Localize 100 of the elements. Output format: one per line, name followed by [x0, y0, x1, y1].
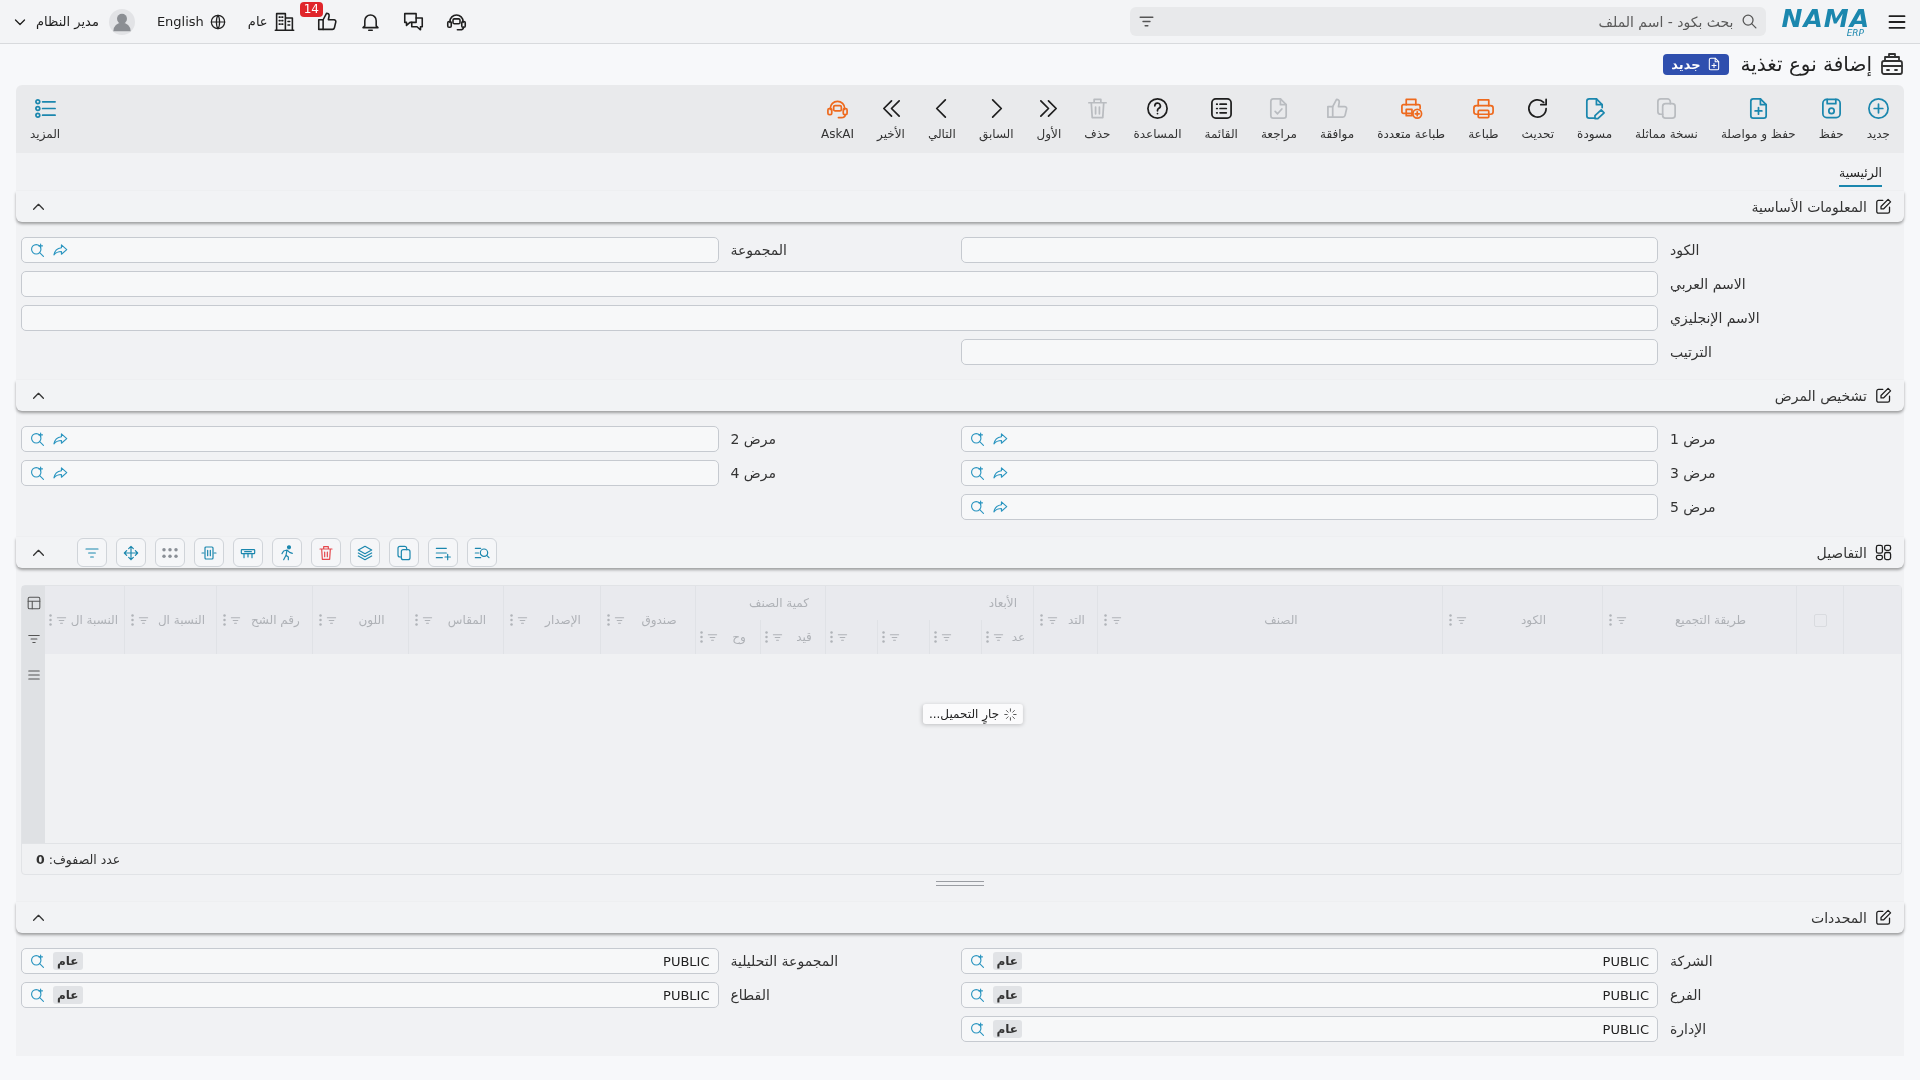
kebab-menu-icon[interactable]: [48, 614, 52, 626]
search-plus-icon[interactable]: [30, 953, 45, 969]
search-plus-icon[interactable]: [969, 987, 985, 1003]
section-title: المعلومات الأساسية: [1751, 198, 1867, 215]
kebab-menu-icon[interactable]: [1609, 614, 1612, 626]
share-icon[interactable]: [992, 499, 1008, 515]
field-label: الاسم العربي: [1669, 276, 1747, 292]
search-plus-icon[interactable]: [969, 465, 985, 481]
user-menu[interactable]: مدير النظام: [14, 8, 135, 35]
field-label: الكود: [1669, 242, 1701, 258]
search-plus-icon[interactable]: [30, 987, 45, 1003]
language-selector[interactable]: English: [156, 13, 226, 30]
grid-tool-button[interactable]: [194, 538, 224, 567]
plus-circle-icon: [1866, 97, 1890, 120]
file-edit-icon: [1583, 97, 1607, 120]
section-title: التفاصيل: [1816, 544, 1867, 561]
bell-icon[interactable]: [359, 11, 381, 32]
kebab-menu-icon[interactable]: [1104, 614, 1107, 626]
toolbar-button[interactable]: طباعة متعددة: [1377, 97, 1446, 141]
kebab-menu-icon[interactable]: [934, 631, 937, 643]
toolbar-button[interactable]: الأخير: [877, 97, 905, 141]
scope-tag: عام: [53, 952, 83, 970]
grid-tool-button[interactable]: [233, 538, 263, 567]
search-plus-icon[interactable]: [969, 953, 985, 969]
toolbar-button[interactable]: التالي: [927, 97, 956, 141]
text-input[interactable]: [960, 339, 1658, 365]
grid-tool-button[interactable]: [272, 538, 302, 567]
edit-icon: [1875, 198, 1892, 215]
search-plus-icon[interactable]: [30, 242, 45, 258]
status-text: جديد: [1671, 56, 1701, 72]
lookup-field[interactable]: [960, 426, 1658, 452]
kebab-menu-icon[interactable]: [415, 614, 418, 626]
thumbs-up-icon[interactable]: [316, 11, 338, 32]
grid-tool-button[interactable]: [77, 538, 107, 567]
toolbar-button[interactable]: AskAI: [820, 97, 855, 141]
toolbar-button[interactable]: تحديث: [1521, 97, 1555, 141]
scope-tag: عام: [992, 952, 1022, 970]
filter-icon[interactable]: [26, 632, 41, 646]
search-plus-icon[interactable]: [30, 465, 45, 481]
share-icon[interactable]: [53, 465, 68, 481]
text-input[interactable]: [21, 305, 1658, 331]
section-title: المحددات: [1811, 909, 1867, 926]
kebab-menu-icon[interactable]: [607, 614, 610, 626]
lookup-field[interactable]: [960, 494, 1658, 520]
kebab-menu-icon[interactable]: [223, 614, 226, 626]
table-icon[interactable]: [26, 596, 41, 610]
share-icon[interactable]: [992, 431, 1008, 447]
copy-icon: [396, 544, 412, 561]
field-label: الشركة: [1669, 953, 1714, 969]
text-input[interactable]: [960, 237, 1658, 263]
grid-tool-button[interactable]: [116, 538, 146, 567]
toolbar-button[interactable]: حفظ و مواصلة: [1720, 97, 1796, 141]
kebab-menu-icon[interactable]: [1449, 614, 1452, 626]
lookup-field[interactable]: [21, 426, 719, 452]
toolbar-button[interactable]: جديد: [1866, 97, 1890, 141]
search-plus-icon[interactable]: [969, 431, 985, 447]
tab[interactable]: الرئيسية: [1838, 165, 1882, 187]
column-group-header: الأبعاد: [988, 596, 1017, 610]
grid-tool-button[interactable]: [428, 538, 458, 567]
edit-icon: [1875, 387, 1892, 404]
page-title: إضافة نوع تغذية: [1740, 52, 1872, 76]
kebab-menu-icon[interactable]: [765, 631, 768, 643]
lookup-field[interactable]: [21, 460, 719, 486]
kebab-menu-icon[interactable]: [131, 614, 134, 626]
grid-tool-button[interactable]: [311, 538, 341, 567]
grid-tool-button[interactable]: [350, 538, 380, 567]
share-icon[interactable]: [992, 465, 1008, 481]
share-icon[interactable]: [53, 431, 68, 447]
lookup-field[interactable]: [960, 460, 1658, 486]
toolbar-button[interactable]: القائمة: [1204, 97, 1238, 141]
resize-handle[interactable]: [936, 881, 984, 886]
toolbar-button[interactable]: الأول: [1036, 97, 1062, 141]
search-plus-icon[interactable]: [969, 499, 985, 515]
grid-tool-button[interactable]: [155, 538, 185, 567]
toolbar-button[interactable]: المساعدة: [1133, 97, 1182, 141]
headset-icon[interactable]: [445, 11, 467, 32]
grid-icon: [1875, 544, 1892, 561]
share-icon[interactable]: [53, 242, 68, 258]
kebab-menu-icon[interactable]: [510, 614, 513, 626]
scope-selector[interactable]: عام: [247, 11, 295, 32]
search-plus-icon[interactable]: [30, 431, 45, 447]
kebab-menu-icon[interactable]: [700, 631, 703, 643]
grid-tool-button[interactable]: [467, 538, 497, 567]
search-field[interactable]: بحث بكود - اسم الملف: [1129, 7, 1766, 36]
kebab-menu-icon[interactable]: [830, 631, 833, 643]
search-plus-icon[interactable]: [969, 1021, 985, 1037]
grid-tool-button[interactable]: [389, 538, 419, 567]
kebab-menu-icon[interactable]: [882, 631, 885, 643]
kebab-menu-icon[interactable]: [986, 631, 989, 643]
text-input[interactable]: [21, 271, 1658, 297]
toolbar-button[interactable]: طباعة: [1468, 97, 1499, 141]
toolbar-button[interactable]: حفظ: [1818, 97, 1844, 141]
toolbar-button[interactable]: السابق: [978, 97, 1014, 141]
kebab-menu-icon[interactable]: [319, 614, 322, 626]
lookup-field[interactable]: [21, 237, 719, 263]
field-label: الاسم الإنجليزي: [1669, 310, 1761, 326]
more-button[interactable]: المزيد: [30, 97, 61, 141]
chat-icon[interactable]: [402, 11, 424, 32]
toolbar-button[interactable]: مسودة: [1577, 97, 1613, 141]
kebab-menu-icon[interactable]: [1040, 614, 1043, 626]
